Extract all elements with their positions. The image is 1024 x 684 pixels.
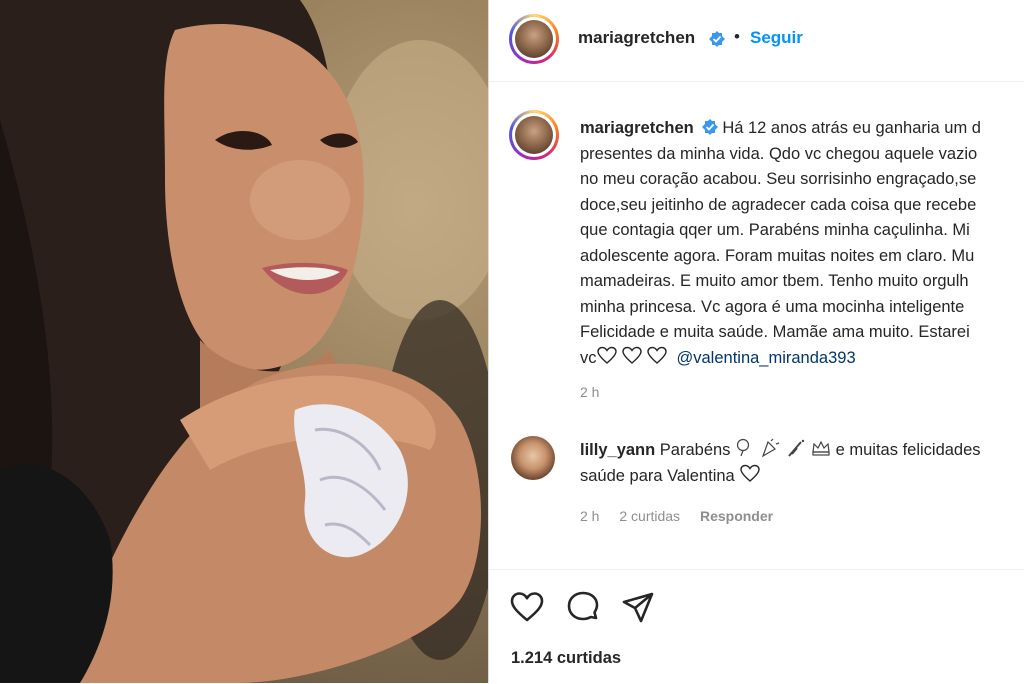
caption-timestamp[interactable]: 2 h (580, 384, 599, 400)
caption-line: vc (580, 348, 597, 367)
comment-meta: 2 h 2 curtidas Responder (580, 508, 789, 524)
caption-line: que contagia qqer um. Parabéns minha caç… (580, 221, 970, 239)
caption-line: Felicidade e muita saúde. Mamãe ama muit… (580, 323, 970, 341)
author-avatar[interactable] (509, 14, 559, 64)
reply-button[interactable]: Responder (700, 508, 773, 524)
verified-badge-icon (702, 119, 719, 135)
caption-line: presentes da minha vida. Qdo vc chegou a… (580, 144, 978, 163)
caption-line: Há 12 anos atrás eu ganharia um d (722, 119, 981, 137)
separator-dot: • (734, 27, 740, 46)
comment-likes[interactable]: 2 curtidas (619, 508, 680, 524)
celebration-emojis-icon (736, 438, 830, 458)
follow-button[interactable]: Seguir (750, 28, 803, 48)
caption-line: no meu coração acabou. Seu sorrisinho en… (580, 170, 977, 188)
likes-count[interactable]: 1.214 curtidas (511, 649, 621, 668)
comment-bubble-icon[interactable] (565, 590, 601, 626)
like-heart-icon[interactable] (509, 590, 545, 626)
comment-text: saúde para Valentina (580, 467, 735, 485)
mention-link[interactable]: @valentina_miranda393 (677, 349, 856, 367)
caption-username[interactable]: mariagretchen (580, 119, 694, 137)
commenter-avatar[interactable] (511, 436, 555, 480)
caption-author-avatar[interactable] (509, 110, 559, 160)
caption-line: mamadeiras. E muito amor tbem. Tenho mui… (580, 272, 969, 290)
comment-username[interactable]: lilly_yann (580, 441, 655, 459)
caption-line: adolescente agora. Foram muitas noites e… (580, 246, 975, 265)
comment: lilly_yann Parabéns e muitas felicidades… (580, 437, 1024, 489)
share-send-icon[interactable] (620, 590, 656, 626)
comment-timestamp[interactable]: 2 h (580, 508, 599, 524)
caption-line: doce,seu jeitinho de agradecer cada cois… (580, 195, 977, 214)
author-username[interactable]: mariagretchen (578, 28, 695, 48)
photo-illustration (0, 0, 488, 683)
post-caption: mariagretchen Há 12 anos atrás eu ganhar… (580, 116, 1024, 371)
heart-emoji-icon (740, 464, 761, 482)
caption-line: minha princesa. Vc agora é uma mocinha i… (580, 297, 965, 316)
comment-text: e muitas felicidades (835, 441, 981, 459)
post-actions: 1.214 curtidas (489, 569, 1024, 684)
post-header: mariagretchen • Seguir (489, 0, 1024, 82)
verified-badge-icon (709, 31, 725, 47)
comment-text: Parabéns (659, 441, 731, 459)
post-details-panel: mariagretchen • Seguir mariagretchen Há … (488, 0, 1024, 683)
hearts-emoji-icon (596, 346, 667, 364)
post-photo[interactable] (0, 0, 488, 683)
